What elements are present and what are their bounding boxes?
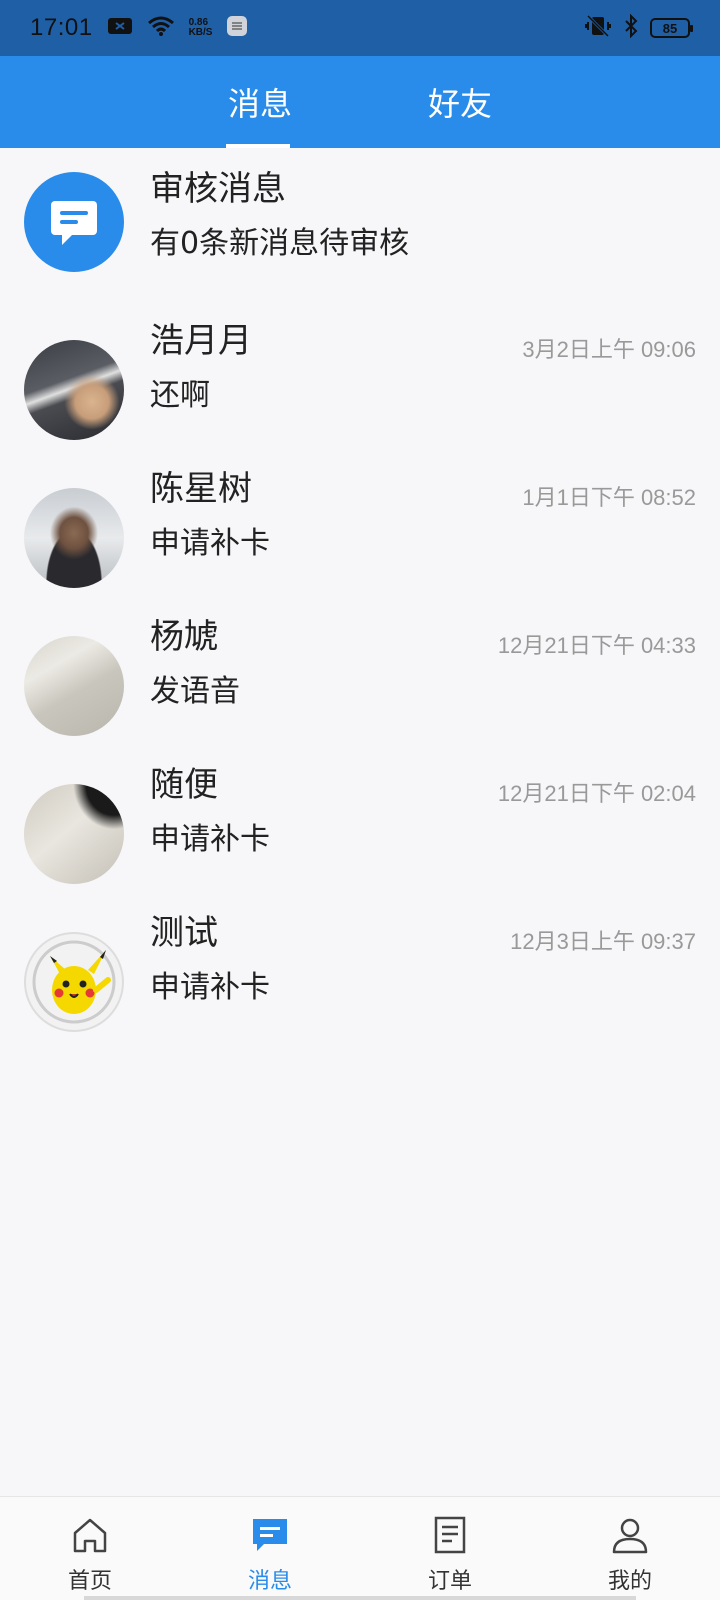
battery-indicator: 85 <box>650 18 693 38</box>
nav-orders-label: 订单 <box>427 1569 472 1594</box>
review-subtitle: 有0条新消息待审核 <box>150 226 410 261</box>
message-preview: 申请补卡 <box>150 822 270 857</box>
message-preview: 发语音 <box>150 674 240 709</box>
nav-profile[interactable]: 我的 <box>540 1497 720 1600</box>
message-preview: 申请补卡 <box>150 970 270 1005</box>
review-messages-item[interactable]: 审核消息 有0条新消息待审核 <box>0 148 720 296</box>
message-time: 1月1日下午 08:52 <box>522 485 696 510</box>
list-item[interactable]: 陈星树 申请补卡 1月1日下午 08:52 <box>0 464 720 612</box>
wifi-icon <box>147 15 175 42</box>
list-item[interactable]: 杨虓 发语音 12月21日下午 04:33 <box>0 612 720 760</box>
message-time: 12月21日下午 04:33 <box>497 633 696 658</box>
profile-icon <box>610 1515 650 1559</box>
message-time: 12月21日下午 02:04 <box>497 781 696 806</box>
home-icon <box>70 1515 110 1559</box>
list-item[interactable]: 随便 申请补卡 12月21日下午 02:04 <box>0 760 720 908</box>
pikachu-avatar <box>24 932 124 1032</box>
avatar <box>24 636 124 736</box>
message-time: 3月2日上午 09:06 <box>522 337 696 362</box>
message-time: 12月3日上午 09:37 <box>510 929 696 954</box>
list-item[interactable]: 浩月月 还啊 3月2日上午 09:06 <box>0 316 720 464</box>
bluetooth-icon <box>624 13 638 43</box>
nav-orders[interactable]: 订单 <box>360 1497 540 1600</box>
order-icon <box>430 1515 470 1559</box>
nav-messages-label: 消息 <box>247 1569 292 1594</box>
avatar <box>24 340 124 440</box>
message-icon <box>250 1515 290 1559</box>
nav-messages[interactable]: 消息 <box>180 1497 360 1600</box>
tab-messages[interactable]: 消息 <box>160 56 360 148</box>
avatar <box>24 784 124 884</box>
message-list: 审核消息 有0条新消息待审核 浩月月 还啊 3月2日上午 09:06 陈星树 申… <box>0 148 720 1056</box>
status-bar: 17:01 0.86 KB/S 85 <box>0 0 720 56</box>
app-notification-icon <box>226 15 248 42</box>
message-preview: 还啊 <box>150 378 210 413</box>
review-message-icon <box>24 172 124 272</box>
status-time: 17:01 <box>30 14 93 41</box>
avatar <box>24 488 124 588</box>
nav-home[interactable]: 首页 <box>0 1497 180 1600</box>
notification-icon <box>107 16 133 41</box>
message-preview: 申请补卡 <box>150 526 270 561</box>
nav-home-label: 首页 <box>67 1569 112 1594</box>
bottom-nav: 首页 消息 订单 我的 <box>0 1496 720 1600</box>
top-tab-bar: 消息 好友 <box>0 56 720 148</box>
network-speed: 0.86 KB/S <box>188 17 213 38</box>
list-item[interactable]: 测试 申请补卡 12月3日上午 09:37 <box>0 908 720 1056</box>
gesture-bar[interactable] <box>84 1596 636 1600</box>
review-title: 审核消息 <box>150 169 286 209</box>
nav-profile-label: 我的 <box>607 1569 652 1594</box>
vibrate-off-icon <box>584 14 612 43</box>
tab-friends[interactable]: 好友 <box>360 56 560 148</box>
